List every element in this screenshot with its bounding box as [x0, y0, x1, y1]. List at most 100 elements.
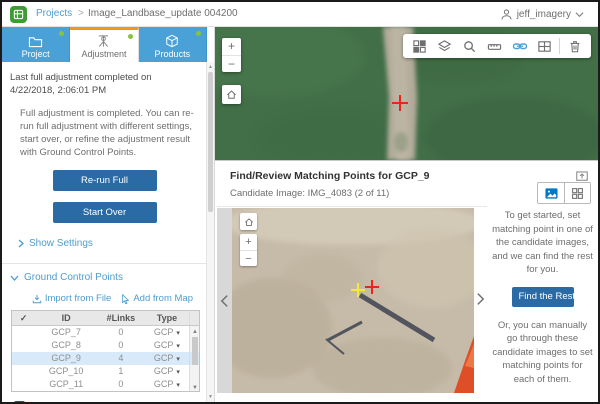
project-status-dot [59, 31, 64, 36]
header-type[interactable]: Type [145, 311, 190, 326]
gcp-table-header: ✓ ID #Links Type [12, 311, 200, 326]
gcp-table-row[interactable]: GCP_11 0 GCP▾ [12, 378, 200, 391]
breadcrumb-project-name: Image_Landbase_update 004200 [88, 8, 238, 19]
table-scroll-thumb[interactable] [192, 337, 198, 365]
header-links[interactable]: #Links [97, 311, 145, 326]
start-over-button[interactable]: Start Over [53, 202, 157, 223]
import-from-file-link[interactable]: Import from File [32, 293, 112, 304]
panel-scroll-up-icon[interactable]: ▲ [207, 64, 214, 70]
rerun-full-button[interactable]: Re-run Full [53, 170, 157, 191]
type-dropdown[interactable]: GCP▾ [145, 365, 190, 378]
panel-collapse-icon[interactable] [575, 168, 589, 182]
type-dropdown[interactable]: GCP▾ [145, 326, 190, 339]
gcp-section-title: Ground Control Points [24, 272, 123, 283]
type-dropdown[interactable]: GCP▾ [145, 352, 190, 365]
type-caret-icon: ▾ [176, 343, 180, 350]
check-icon: ✓ [12, 311, 36, 326]
scroll-down-icon[interactable]: ▼ [190, 384, 200, 392]
esri-logo-icon [10, 6, 27, 23]
user-icon [500, 8, 513, 21]
adjustment-status-dot [128, 34, 133, 39]
tab-project-label: Project [22, 49, 50, 59]
grid-view-button[interactable] [564, 183, 590, 203]
find-review-title: Find/Review Matching Points for GCP_9 [230, 170, 430, 182]
tab-products-label: Products [155, 49, 191, 59]
gcp-link-tool-button[interactable] [507, 34, 532, 58]
user-chevron-down-icon [575, 11, 584, 18]
measure-button[interactable] [482, 34, 507, 58]
show-settings-toggle[interactable]: Show Settings [18, 238, 207, 249]
show-gcp-details-label: Show GCP Details [31, 401, 110, 403]
image-zoom-out-button[interactable]: − [240, 250, 257, 266]
gcp-table-row[interactable]: GCP_8 0 GCP▾ [12, 339, 200, 352]
tab-adjustment[interactable]: Adjustment [70, 27, 138, 62]
image-footprints-button[interactable] [407, 34, 432, 58]
show-gcp-details-checkbox[interactable]: ✓ [14, 401, 25, 403]
matching-instructions: To get started, set matching point in on… [492, 209, 593, 386]
candidate-image-content [232, 208, 474, 393]
user-menu[interactable]: jeff_imagery [500, 6, 584, 23]
chevron-down-icon [10, 275, 19, 281]
adjustment-panel-body: Last full adjustment completed on 4/22/2… [2, 62, 207, 402]
instruction-manual-text: Or, you can manually go through these ca… [492, 319, 593, 387]
top-bar: Projects > Image_Landbase_update 004200 … [2, 2, 598, 27]
candidate-image-label: Candidate Image: IMG_4083 (2 of 11) [230, 188, 389, 199]
products-status-dot [196, 31, 201, 36]
type-caret-icon: ▾ [176, 369, 180, 376]
left-panel-scrollbar[interactable]: ▲ ▼ [206, 62, 214, 402]
map-zoom-in-button[interactable]: + [222, 38, 241, 55]
theodolite-icon [96, 34, 111, 48]
chevron-right-icon [18, 239, 24, 248]
image-zoom-in-button[interactable]: + [240, 234, 257, 250]
gcp-table-row[interactable]: GCP_9 4 GCP▾ [12, 352, 200, 365]
header-id[interactable]: ID [35, 311, 97, 326]
gcp-table-row[interactable]: GCP_10 1 GCP▾ [12, 365, 200, 378]
user-name: jeff_imagery [517, 9, 571, 20]
map-home-button[interactable] [222, 85, 241, 104]
gcp-table-scrollbar[interactable]: ▲ ▼ [190, 328, 200, 392]
toolbar-divider [559, 38, 560, 54]
map-zoom-out-button[interactable]: − [222, 55, 241, 72]
breadcrumb-projects-link[interactable]: Projects [36, 8, 72, 19]
table-scrollbar-top[interactable] [190, 311, 200, 326]
type-caret-icon: ▾ [176, 382, 180, 389]
previous-image-button[interactable] [217, 208, 232, 393]
cursor-icon [121, 294, 130, 304]
panel-scroll-thumb[interactable] [208, 72, 213, 212]
attribute-table-button[interactable] [532, 34, 557, 58]
tab-adjustment-label: Adjustment [81, 49, 126, 59]
gcp-table-body: GCP_7 0 GCP▾ GCP_8 0 GCP▾ GCP_ [12, 326, 200, 391]
map-zoom-control: + − [222, 38, 241, 72]
panel-scroll-down-icon[interactable]: ▼ [207, 394, 214, 400]
delete-button[interactable] [562, 34, 587, 58]
type-caret-icon: ▾ [176, 356, 180, 363]
type-dropdown[interactable]: GCP▾ [145, 339, 190, 352]
left-panel: Project Adjustment [2, 27, 215, 402]
breadcrumb-separator: > [78, 8, 84, 19]
tab-products[interactable]: Products [139, 27, 207, 62]
gcp-table-row[interactable]: GCP_7 0 GCP▾ [12, 326, 200, 339]
single-view-button[interactable] [538, 183, 564, 203]
instruction-start-text: To get started, set matching point in on… [492, 209, 593, 277]
layers-button[interactable] [432, 34, 457, 58]
type-dropdown[interactable]: GCP▾ [145, 378, 190, 391]
find-the-rest-button[interactable]: Find the Rest [512, 287, 574, 307]
next-image-button[interactable] [476, 291, 485, 307]
folder-icon [28, 35, 43, 48]
gcp-table: ✓ ID #Links Type GCP_7 0 GCP▾ [11, 310, 200, 392]
show-gcp-details-row: ✓ Show GCP Details [14, 401, 207, 403]
map-view[interactable]: + − [215, 27, 598, 160]
import-icon [32, 294, 42, 304]
search-button[interactable] [457, 34, 482, 58]
tab-project[interactable]: Project [2, 27, 70, 62]
view-mode-toggle [537, 182, 591, 204]
scroll-up-icon[interactable]: ▲ [192, 329, 198, 335]
find-review-panel: Find/Review Matching Points for GCP_9 Ca… [215, 160, 598, 404]
candidate-image-viewer: + − [217, 206, 487, 392]
last-adjustment-text: Last full adjustment completed on 4/22/2… [10, 71, 197, 97]
image-home-button[interactable] [240, 213, 257, 230]
add-from-map-link[interactable]: Add from Map [121, 293, 193, 304]
map-toolbar [403, 34, 591, 58]
candidate-image[interactable]: + − [232, 208, 474, 393]
gcp-section-toggle[interactable]: Ground Control Points [10, 272, 207, 283]
